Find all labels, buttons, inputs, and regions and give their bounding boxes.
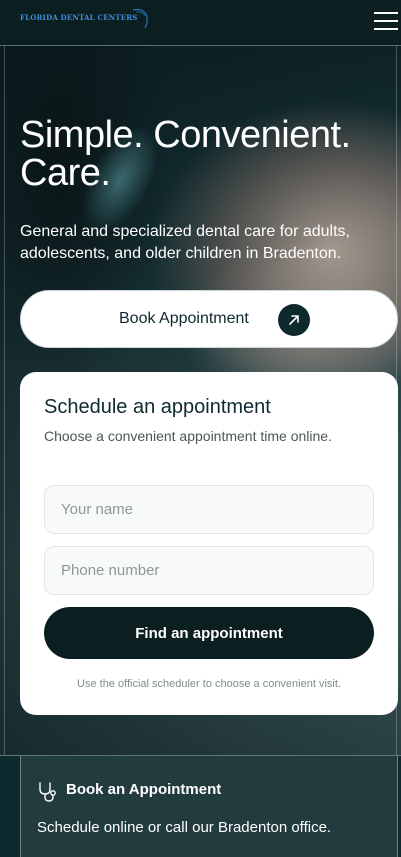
arrow-up-right-icon [278, 304, 310, 336]
hero-subtitle: General and specialized dental care for … [20, 223, 350, 262]
bottom-band: Book an Appointment Schedule online or c… [0, 755, 401, 857]
name-input[interactable] [44, 485, 374, 534]
schedule-card-title: Schedule an appointment [44, 396, 271, 418]
find-appointment-button[interactable]: Find an appointment [44, 607, 374, 659]
left-divider [4, 46, 5, 857]
page: FLORIDA DENTAL CENTERS Simple. Convenien… [0, 0, 401, 857]
stethoscope-icon [39, 782, 56, 802]
book-info-box: Book an Appointment Schedule online or c… [20, 756, 398, 857]
book-appointment-button[interactable]: Book Appointment [20, 290, 398, 348]
hamburger-menu-icon[interactable] [372, 11, 398, 33]
site-logo[interactable]: FLORIDA DENTAL CENTERS [20, 13, 138, 22]
hero-title-line-2: Care. [20, 152, 111, 194]
book-appointment-label: Book Appointment [119, 310, 249, 327]
hero-title-line-1: Simple. Convenient. [20, 114, 351, 156]
site-header: FLORIDA DENTAL CENTERS [0, 0, 401, 46]
info-box-text: Schedule online or call our Bradenton of… [37, 819, 332, 836]
schedule-card: Schedule an appointment Choose a conveni… [20, 372, 398, 715]
scheduler-note: Use the official scheduler to choose a c… [77, 678, 341, 690]
schedule-card-description: Choose a convenient appointment time onl… [44, 428, 332, 444]
phone-input[interactable] [44, 546, 374, 595]
florida-logo-icon [132, 8, 148, 29]
info-box-title[interactable]: Book an Appointment [66, 781, 221, 798]
hero-title: Simple. Convenient. Care. [20, 116, 400, 192]
